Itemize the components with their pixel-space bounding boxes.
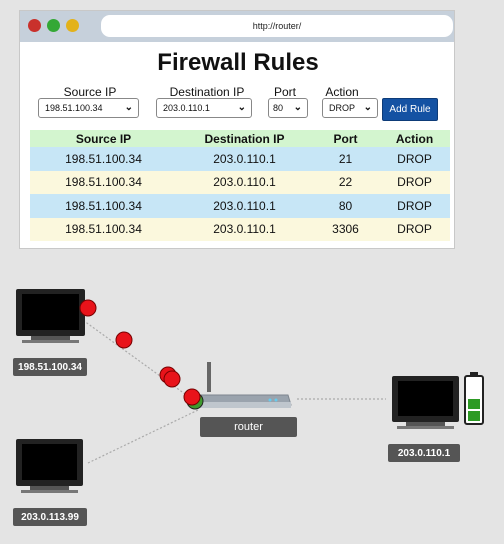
blocked-packet-icon xyxy=(79,299,97,317)
host-label: 198.51.100.34 xyxy=(13,358,87,376)
blocked-packet-icon xyxy=(115,331,133,349)
computer-icon[interactable] xyxy=(16,289,85,343)
computer-icon[interactable] xyxy=(16,439,83,493)
battery-icon xyxy=(464,372,484,425)
router-icon[interactable] xyxy=(193,362,292,408)
blocked-packet-icon xyxy=(163,370,181,388)
host-label: 203.0.113.99 xyxy=(13,508,87,526)
network-diagram xyxy=(16,289,484,493)
router-label: router xyxy=(200,417,297,437)
host-label: 203.0.110.1 xyxy=(388,444,460,462)
link-host1-router xyxy=(79,317,197,403)
blocked-packet-icon xyxy=(183,388,201,406)
computer-icon[interactable] xyxy=(392,376,459,429)
link-host2-router xyxy=(87,409,199,464)
